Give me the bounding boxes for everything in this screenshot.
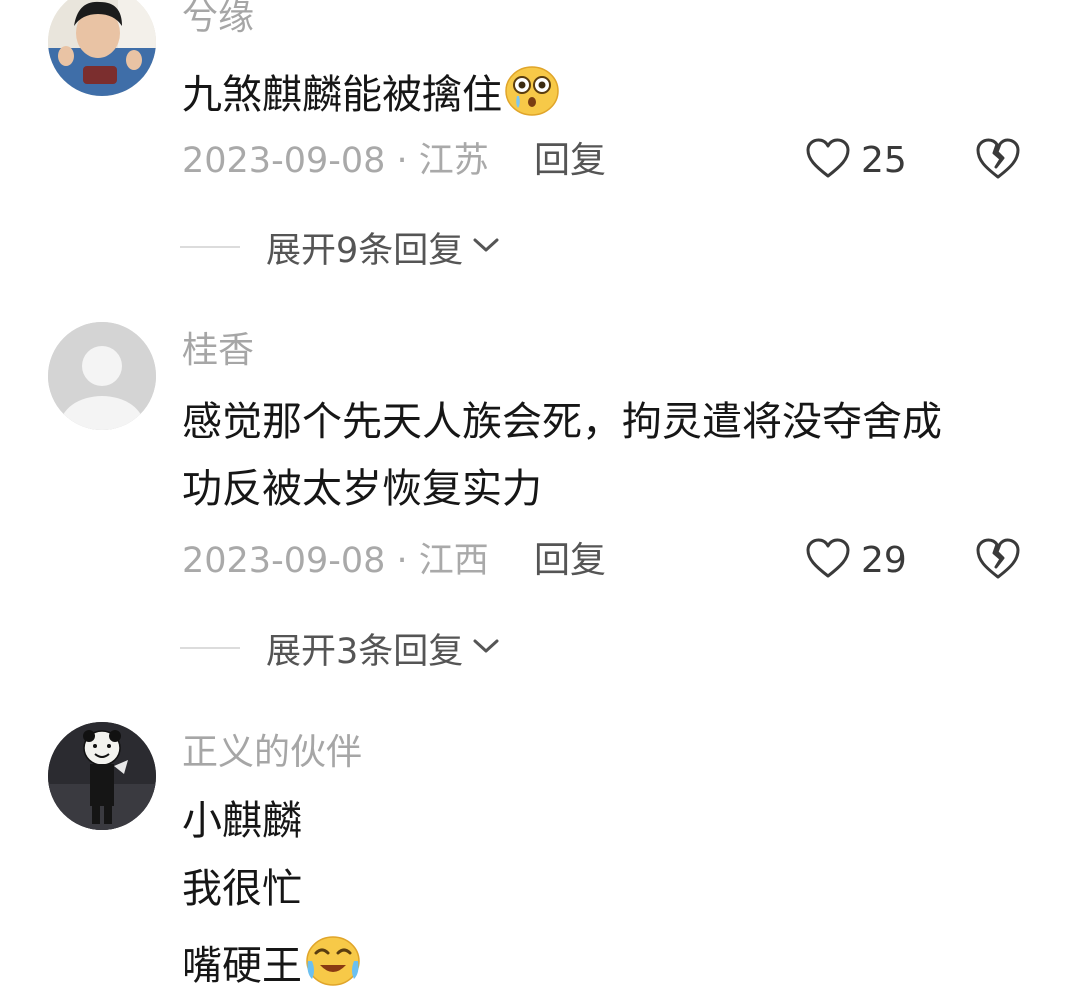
comment-text-line: 感觉那个先天人族会死，拘灵遣将没夺舍成: [182, 399, 942, 445]
broken-heart-icon: [974, 138, 1022, 184]
comment-text-content: 嘴硬王: [182, 943, 302, 989]
comment-text-line: 小麒麟: [182, 798, 302, 844]
comment-username[interactable]: 兮缘: [182, 0, 254, 40]
heart-outline-icon: [805, 137, 851, 183]
comment-text-line: 功反被太岁恢复实力: [182, 466, 542, 512]
dislike-button[interactable]: [974, 136, 1022, 184]
comment-text: 九煞麒麟能被擒住: [182, 66, 560, 126]
chevron-down-icon: [471, 235, 501, 259]
expand-replies-label: 展开3条回复: [266, 631, 464, 672]
like-button[interactable]: 29: [805, 536, 907, 584]
surprised-crying-face-emoji: [504, 66, 560, 126]
like-count: 29: [861, 539, 907, 581]
reply-button[interactable]: 回复: [534, 539, 606, 583]
comment-date-location: 2023-09-08 · 江西: [182, 541, 489, 581]
heart-outline-icon: [805, 537, 851, 583]
comment-text-content: 九煞麒麟能被擒住: [182, 72, 502, 118]
broken-heart-icon: [974, 538, 1022, 584]
comment-date-location: 2023-09-08 · 江苏: [182, 141, 489, 181]
avatar[interactable]: [48, 722, 156, 830]
expand-replies[interactable]: 展开3条回复: [180, 626, 501, 672]
comment-username[interactable]: 正义的伙伴: [182, 731, 362, 775]
comment-text-line: 嘴硬王: [182, 935, 362, 997]
comment-text-line: 我很忙: [182, 866, 302, 912]
like-button[interactable]: 25: [805, 136, 907, 184]
avatar[interactable]: [48, 0, 156, 96]
comment-username[interactable]: 桂香: [182, 329, 254, 373]
dislike-button[interactable]: [974, 536, 1022, 584]
expand-divider: [180, 647, 240, 649]
expand-divider: [180, 246, 240, 248]
tears-of-joy-praying-face-emoji: [304, 935, 362, 997]
expand-replies-label: 展开9条回复: [266, 230, 464, 271]
reply-button[interactable]: 回复: [534, 139, 606, 183]
avatar[interactable]: [48, 322, 156, 430]
expand-replies[interactable]: 展开9条回复: [180, 225, 501, 271]
like-count: 25: [861, 139, 907, 181]
chevron-down-icon: [471, 636, 501, 660]
